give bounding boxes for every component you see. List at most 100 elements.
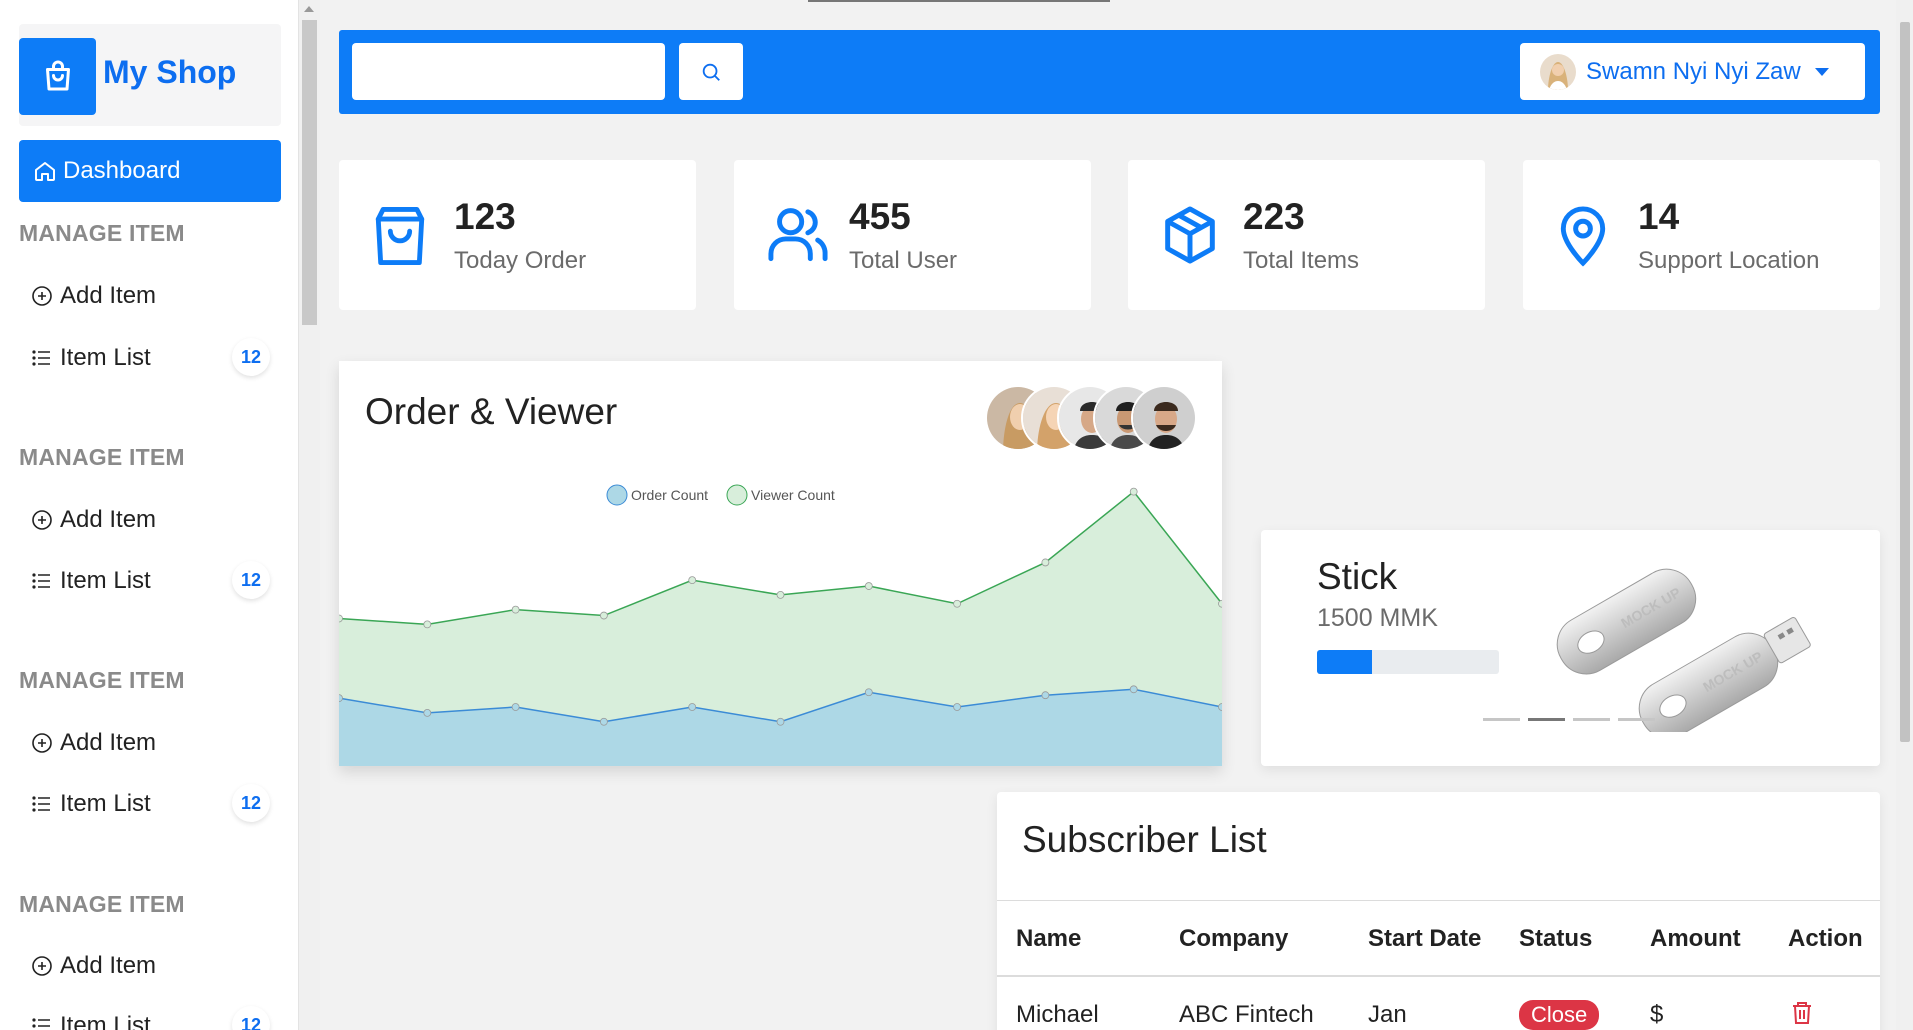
sidebar-item-dashboard[interactable]: Dashboard [19, 140, 281, 202]
chart-card: Order & Viewer Order Count Viewer Count [339, 361, 1222, 766]
divider [997, 900, 1880, 901]
scroll-up-arrow-icon[interactable] [304, 6, 314, 12]
scrollbar-thumb[interactable] [1900, 22, 1910, 742]
sidebar-item-item-list[interactable]: Item List 12 [30, 561, 270, 601]
cell-name: Michael [1016, 1001, 1099, 1028]
delete-icon[interactable] [1790, 1000, 1814, 1030]
column-header-start-date: Start Date [1368, 925, 1482, 952]
data-point[interactable] [776, 717, 785, 726]
sidebar-item-label: Item List [60, 344, 151, 371]
data-point[interactable] [511, 703, 520, 711]
top-divider [808, 0, 1110, 2]
carousel-indicator[interactable] [1483, 718, 1520, 721]
carousel-indicator[interactable] [1573, 718, 1610, 721]
plus-circle-icon [32, 510, 52, 530]
sidebar-item-label: Add Item [60, 282, 157, 309]
count-badge: 12 [232, 784, 270, 822]
data-point[interactable] [599, 717, 608, 726]
sidebar-item-label: Add Item [60, 729, 157, 756]
count-badge: 12 [232, 1006, 270, 1030]
product-name: Stick [1317, 556, 1398, 597]
sidebar-item-add-item[interactable]: Add Item [30, 946, 270, 986]
data-point[interactable] [1218, 703, 1223, 711]
column-header-name: Name [1016, 925, 1082, 952]
subscriber-list-card: Subscriber List Name Company Start Date … [997, 792, 1880, 1030]
column-header-company: Company [1179, 925, 1289, 952]
stat-value: 14 [1638, 196, 1680, 237]
carousel-indicators [1483, 718, 1663, 722]
data-point[interactable] [864, 582, 873, 590]
data-point[interactable] [688, 703, 697, 711]
carousel-indicator[interactable] [1528, 718, 1565, 721]
stat-card-total-items: 223 Total Items [1128, 160, 1485, 310]
column-header-action: Action [1788, 925, 1863, 952]
usb-stick-image: MOCK UP MOCK UP [1556, 568, 1811, 732]
stat-card-today-order: 123 Today Order [339, 160, 696, 310]
area-chart: Order Count Viewer Count [339, 484, 1223, 766]
brand-name: My Shop [103, 54, 237, 90]
cell-company: ABC Fintech [1179, 1001, 1314, 1028]
shopping-bag-icon [19, 38, 96, 115]
user-menu-dropdown[interactable]: Swamn Nyi Nyi Zaw [1520, 43, 1865, 100]
search-input[interactable] [352, 43, 665, 100]
column-header-amount: Amount [1650, 925, 1741, 952]
data-point[interactable] [1218, 599, 1223, 608]
stat-value: 123 [454, 196, 516, 237]
search-button[interactable] [679, 43, 743, 100]
page-scrollbar[interactable] [1896, 0, 1913, 1030]
data-point[interactable] [1129, 487, 1138, 496]
subscriber-list-title: Subscriber List [1022, 819, 1267, 860]
plus-circle-icon [32, 733, 52, 753]
plus-circle-icon [32, 956, 52, 976]
sidebar-item-item-list[interactable]: Item List 12 [30, 784, 270, 824]
top-navbar: Swamn Nyi Nyi Zaw [339, 30, 1880, 114]
data-point[interactable] [1041, 691, 1050, 700]
stat-card-support-location: 14 Support Location [1523, 160, 1880, 310]
sidebar-scrollbar[interactable] [298, 0, 320, 1030]
sidebar: My Shop Dashboard MANAGE ITEM Add Item I… [0, 0, 298, 1030]
section-title: MANAGE ITEM [19, 667, 185, 693]
list-icon [32, 573, 50, 589]
count-badge: 12 [232, 561, 270, 599]
data-point[interactable] [1041, 558, 1050, 567]
progress-bar [1317, 650, 1499, 674]
data-point[interactable] [423, 620, 432, 629]
sidebar-item-add-item[interactable]: Add Item [30, 276, 270, 316]
location-pin-icon [1555, 204, 1611, 273]
stat-card-total-user: 455 Total User [734, 160, 1091, 310]
brand[interactable]: My Shop [19, 24, 281, 126]
sidebar-item-item-list[interactable]: Item List 12 [30, 338, 270, 378]
data-point[interactable] [423, 708, 432, 717]
cell-amount: $ [1650, 1001, 1664, 1028]
column-header-status: Status [1519, 925, 1593, 952]
data-point[interactable] [339, 694, 343, 703]
stat-label: Total User [849, 247, 958, 274]
data-point[interactable] [688, 576, 697, 585]
product-price: 1500 MMK [1317, 604, 1438, 632]
section-title: MANAGE ITEM [19, 220, 185, 246]
data-point[interactable] [953, 703, 961, 711]
sidebar-item-item-list[interactable]: Item List 12 [30, 1006, 270, 1030]
product-card: Stick 1500 MMK MOCK UP MOCK UP [1261, 530, 1880, 766]
section-title: MANAGE ITEM [19, 444, 185, 470]
data-point[interactable] [1129, 685, 1138, 694]
legend-label: Order Count [631, 487, 708, 503]
stat-value: 223 [1243, 196, 1305, 237]
data-point[interactable] [599, 611, 608, 620]
user-name: Swamn Nyi Nyi Zaw [1586, 57, 1801, 85]
sidebar-item-add-item[interactable]: Add Item [30, 723, 270, 763]
legend-marker [606, 484, 628, 506]
data-point[interactable] [339, 614, 343, 623]
divider [997, 975, 1880, 977]
data-point[interactable] [776, 590, 785, 599]
section-title: MANAGE ITEM [19, 891, 185, 917]
scrollbar-thumb[interactable] [302, 20, 317, 325]
data-point[interactable] [864, 688, 873, 697]
data-point[interactable] [953, 599, 961, 608]
sidebar-item-add-item[interactable]: Add Item [30, 500, 270, 540]
data-point[interactable] [511, 605, 520, 614]
stat-value: 455 [849, 196, 911, 237]
sidebar-item-label: Item List [60, 1012, 151, 1030]
stat-label: Total Items [1243, 247, 1360, 274]
carousel-indicator[interactable] [1618, 718, 1655, 721]
